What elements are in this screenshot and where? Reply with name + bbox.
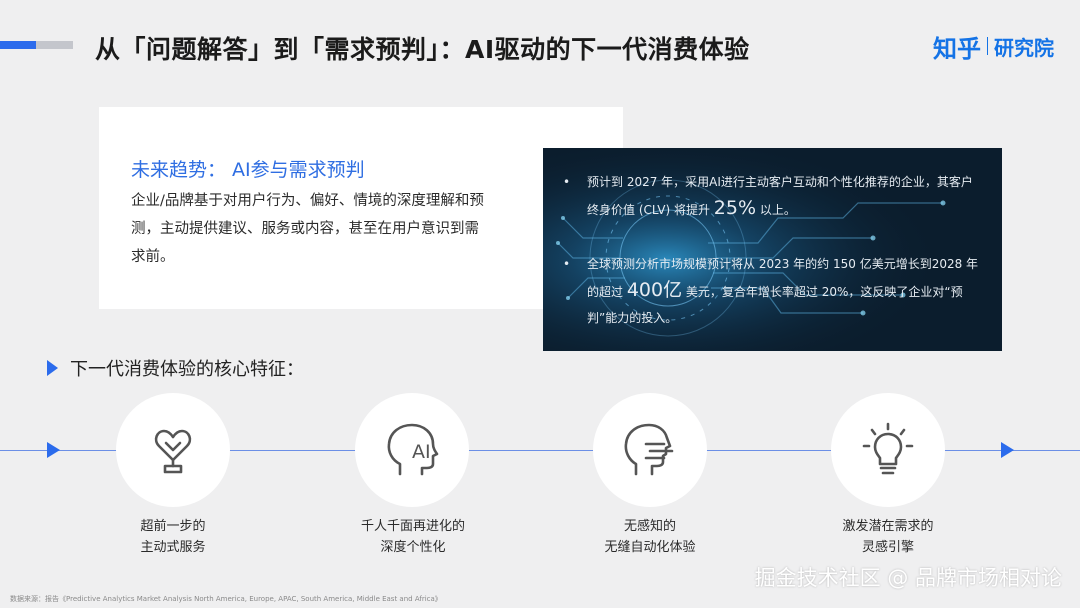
stat-item-market: • 全球预测分析市场规模预计将从 2023 年的约 150 亿美元增长到2028…	[563, 251, 983, 331]
feature-label-line1: 千人千面再进化的	[360, 519, 465, 534]
bullet-icon: •	[563, 257, 571, 271]
feature-label-line2: 灵感引擎	[861, 540, 914, 555]
feature-label: 激发潜在需求的 灵感引擎	[788, 516, 988, 558]
feature-icon-circle	[593, 393, 707, 507]
speaking-head-icon	[624, 423, 674, 476]
play-arrow-icon	[47, 360, 58, 376]
feature-label: 超前一步的 主动式服务	[73, 516, 273, 558]
lightbulb-icon	[862, 422, 914, 475]
header-gray-bar	[36, 41, 73, 49]
brand-name: 知乎	[933, 34, 981, 63]
feature-label-line2: 主动式服务	[140, 540, 206, 555]
feature-label-line2: 深度个性化	[380, 540, 446, 555]
feature-label: 千人千面再进化的 深度个性化	[313, 516, 513, 558]
section-heading: 下一代消费体验的核心特征：	[47, 356, 304, 380]
timeline-arrow-icon	[1001, 442, 1014, 458]
stat-highlight: 400亿	[626, 279, 683, 301]
brand-divider	[987, 37, 988, 55]
stat-highlight: 25%	[713, 197, 756, 219]
trend-body: 企业/品牌基于对用户行为、偏好、情境的深度理解和预测，主动提供建议、服务或内容，…	[131, 193, 484, 265]
stat-item-clv: • 预计到 2027 年，采用AI进行主动客户互动和个性化推荐的企业，其客户终身…	[563, 169, 983, 223]
stats-panel: • 预计到 2027 年，采用AI进行主动客户互动和个性化推荐的企业，其客户终身…	[543, 148, 1002, 351]
source-note: 数据来源：报告《Predictive Analytics Market Anal…	[10, 595, 442, 603]
section-heading-text: 下一代消费体验的核心特征：	[70, 359, 304, 380]
timeline-arrow-icon	[47, 442, 60, 458]
bullet-icon: •	[563, 175, 571, 189]
page-title: 从「问题解答」到「需求预判」：AI驱动的下一代消费体验	[95, 35, 750, 64]
stat-text-end: 以上。	[756, 203, 796, 217]
feature-label-line1: 无感知的	[623, 519, 676, 534]
brand-subname: 研究院	[994, 35, 1054, 60]
trend-title: 未来趋势： AI参与需求预判	[131, 159, 365, 181]
feature-icon-circle	[831, 393, 945, 507]
feature-icon-circle: AI	[355, 393, 469, 507]
feature-label: 无感知的 无缝自动化体验	[550, 516, 750, 558]
feature-label-line1: 激发潜在需求的	[842, 519, 934, 534]
ai-head-icon: AI	[387, 423, 439, 476]
ai-text-icon: AI	[412, 441, 431, 463]
watermark: 掘金技术社区 @ 品牌市场相对论	[754, 566, 1062, 590]
heart-trophy-icon	[154, 429, 192, 474]
feature-label-line2: 无缝自动化体验	[604, 540, 696, 555]
header-accent-bar	[0, 41, 36, 49]
feature-icon-circle	[116, 393, 230, 507]
brand-logo: 知乎 研究院	[933, 30, 1054, 63]
feature-label-line1: 超前一步的	[140, 519, 206, 534]
